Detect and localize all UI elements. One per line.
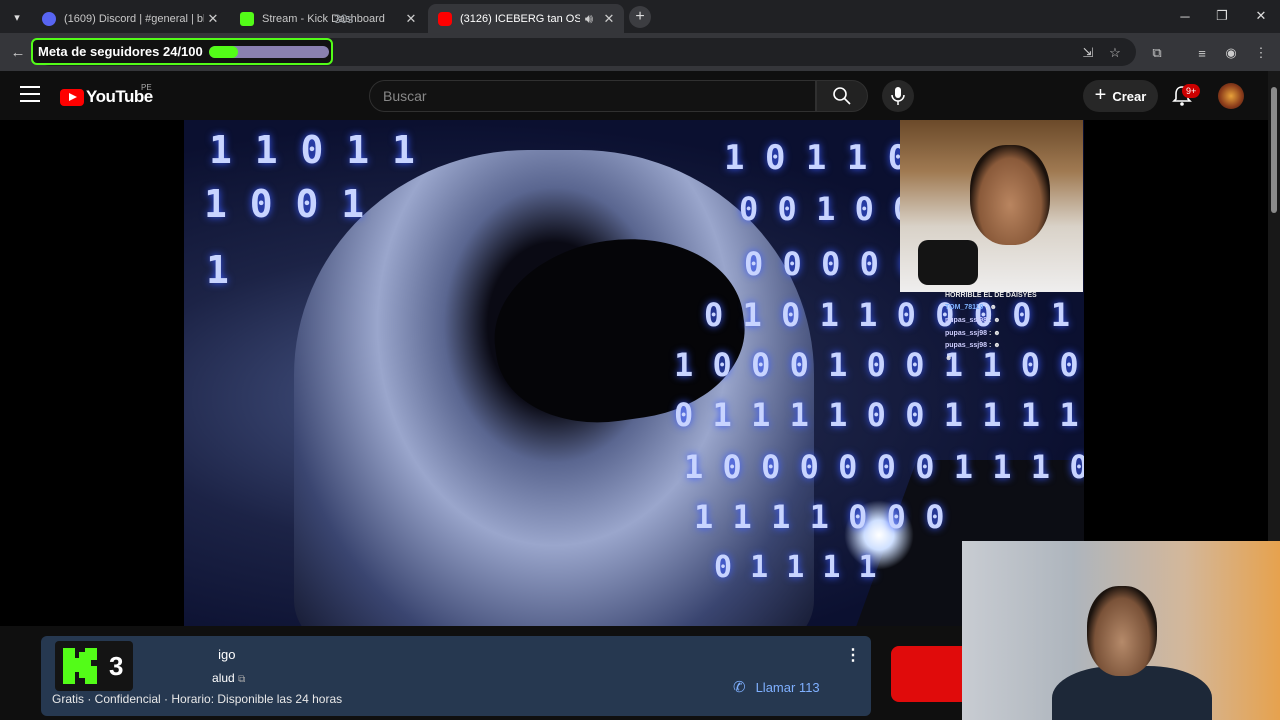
kick-logo-icon bbox=[63, 648, 97, 684]
phone-icon: ✆ bbox=[733, 679, 746, 696]
chat-text: : ☻ bbox=[988, 342, 1001, 349]
chat-user: pupas_ssj98 bbox=[945, 342, 988, 349]
search-button[interactable] bbox=[816, 80, 868, 112]
chat-user: TOM_78119 bbox=[945, 304, 984, 311]
tab-kick-dashboard[interactable]: Stream - Kick Dashboard ✕ bbox=[230, 4, 426, 33]
tab-title: Stream - Kick Dashboard bbox=[262, 12, 385, 25]
follower-goal-progress bbox=[208, 45, 329, 58]
extensions-icon[interactable]: ⧉ bbox=[1148, 44, 1166, 62]
close-window-icon[interactable]: ✕ bbox=[1246, 6, 1276, 26]
follower-goal-fill bbox=[208, 45, 238, 58]
follower-goal-label: Meta de seguidores 24/100 bbox=[38, 44, 203, 59]
chat-message: pupas_ssj98 : ☻ bbox=[945, 330, 1001, 337]
info-card-details: Gratis · Confidencial · Horario: Disponi… bbox=[52, 692, 343, 706]
youtube-favicon-icon bbox=[438, 11, 452, 26]
chat-text: : ☻ bbox=[988, 317, 1001, 324]
chat-text: HORRIBLE EL DE DAISYES bbox=[945, 292, 1037, 299]
close-tab-icon[interactable]: ✕ bbox=[600, 11, 618, 27]
chat-user: pupas_ssj98 bbox=[945, 330, 988, 337]
url-text[interactable]: 30s bbox=[334, 12, 353, 26]
search-input[interactable] bbox=[370, 81, 815, 111]
chat-user: pupas_ssj98 bbox=[945, 317, 988, 324]
media-controls-icon[interactable]: ≡ bbox=[1193, 44, 1211, 62]
bookmark-star-icon[interactable]: ☆ bbox=[1106, 44, 1124, 62]
chat-text: ☻ bbox=[945, 355, 953, 362]
youtube-logo[interactable]: YouTube bbox=[60, 87, 153, 107]
profile-avatar-icon[interactable]: ◉ bbox=[1222, 44, 1240, 62]
binary-text: 1 1 1 1 0 0 0 bbox=[694, 498, 945, 536]
new-tab-button[interactable]: + bbox=[629, 6, 651, 28]
info-card-subtitle-text: alud bbox=[212, 671, 235, 685]
tab-search-chevron-icon[interactable]: ▾ bbox=[6, 6, 28, 28]
card-more-options-icon[interactable]: ⋮ bbox=[845, 646, 861, 666]
streamer-face bbox=[970, 145, 1050, 245]
binary-text: 0 1 0 1 1 0 0 0 0 1 bbox=[704, 296, 1071, 334]
info-card-title-text: igo bbox=[218, 647, 236, 662]
tab-discord[interactable]: (1609) Discord | #general | bla b ✕ bbox=[32, 4, 228, 33]
kick-favicon-icon bbox=[240, 11, 254, 26]
microphone-icon bbox=[891, 87, 905, 105]
binary-text: 1 bbox=[206, 248, 229, 292]
call-button[interactable]: ✆ Llamar 113 bbox=[733, 678, 820, 696]
account-avatar[interactable] bbox=[1218, 83, 1244, 109]
search-icon bbox=[833, 87, 851, 105]
tab-title: (1609) Discord | #general | bla b bbox=[64, 12, 204, 25]
chat-message: pupas_ssj98 : ☻ bbox=[945, 342, 1001, 349]
binary-text: 1 0 0 0 1 0 0 1 1 0 0 1 1 0 0 1 1 1 1 bbox=[674, 346, 1084, 384]
person-head bbox=[1087, 586, 1157, 676]
streamer-microphone bbox=[918, 240, 978, 285]
follower-goal-overlay: Meta de seguidores 24/100 bbox=[31, 38, 333, 65]
notification-count-badge: 9+ bbox=[1182, 84, 1201, 98]
restore-icon[interactable]: ❐ bbox=[1207, 6, 1237, 26]
chat-text: : ☻ bbox=[985, 304, 998, 311]
kick-viewer-badge: 3 bbox=[55, 641, 133, 691]
red-banner bbox=[891, 646, 971, 702]
close-tab-icon[interactable]: ✕ bbox=[402, 11, 420, 27]
chat-message: pupas_ssj98 : ☻ bbox=[945, 317, 1001, 324]
close-tab-icon[interactable]: ✕ bbox=[204, 11, 222, 27]
minimize-icon[interactable]: ─ bbox=[1170, 6, 1200, 26]
kick-viewer-count: 3 bbox=[109, 650, 124, 681]
search-box[interactable] bbox=[369, 80, 816, 112]
chat-message: HORRIBLE EL DE DAISYES bbox=[945, 292, 1037, 299]
chat-message: ☻ bbox=[945, 355, 952, 362]
binary-text: 1 0 0 1 bbox=[204, 182, 365, 226]
binary-text: 1 1 0 1 1 bbox=[209, 128, 415, 172]
call-label: Llamar 113 bbox=[755, 679, 820, 695]
back-arrow-icon[interactable]: ← bbox=[8, 42, 28, 62]
hamburger-menu-icon[interactable] bbox=[20, 86, 40, 104]
discord-favicon-icon bbox=[42, 11, 56, 26]
external-link-icon: ⧉ bbox=[238, 674, 246, 685]
speaker-icon[interactable]: 🔊︎ bbox=[580, 11, 598, 27]
tab-title: (3126) ICEBERG tan OSCU bbox=[460, 12, 580, 25]
browser-tab-bar: ▾ (1609) Discord | #general | bla b ✕ St… bbox=[0, 0, 1280, 33]
create-button[interactable]: + Crear bbox=[1083, 80, 1158, 112]
country-code: PE bbox=[141, 83, 152, 92]
plus-icon: + bbox=[1094, 83, 1107, 106]
youtube-play-icon bbox=[60, 88, 84, 106]
tab-youtube[interactable]: (3126) ICEBERG tan OSCU 🔊︎ ✕ bbox=[428, 4, 624, 33]
binary-text: 1 0 0 0 0 0 0 1 1 1 0 bbox=[684, 448, 1084, 486]
voice-search-button[interactable] bbox=[882, 80, 914, 112]
chat-message: TOM_78119 : ☻ bbox=[945, 304, 997, 311]
chat-text: : ☻ bbox=[988, 330, 1001, 337]
streamer-webcam bbox=[900, 120, 1083, 292]
scrollbar-thumb[interactable] bbox=[1271, 87, 1277, 213]
binary-text: 0 1 1 1 1 bbox=[714, 550, 877, 585]
binary-text: 0 1 1 1 1 0 0 1 1 1 1 1 0 0 0 1 0 1 1 bbox=[674, 396, 1084, 434]
youtube-header: YouTube PE + Crear 9+ bbox=[0, 71, 1268, 120]
secondary-webcam bbox=[962, 541, 1280, 720]
install-app-icon[interactable]: ⇲ bbox=[1079, 44, 1097, 62]
more-menu-icon[interactable]: ⋮ bbox=[1252, 44, 1270, 62]
create-label: Crear bbox=[1112, 88, 1147, 104]
